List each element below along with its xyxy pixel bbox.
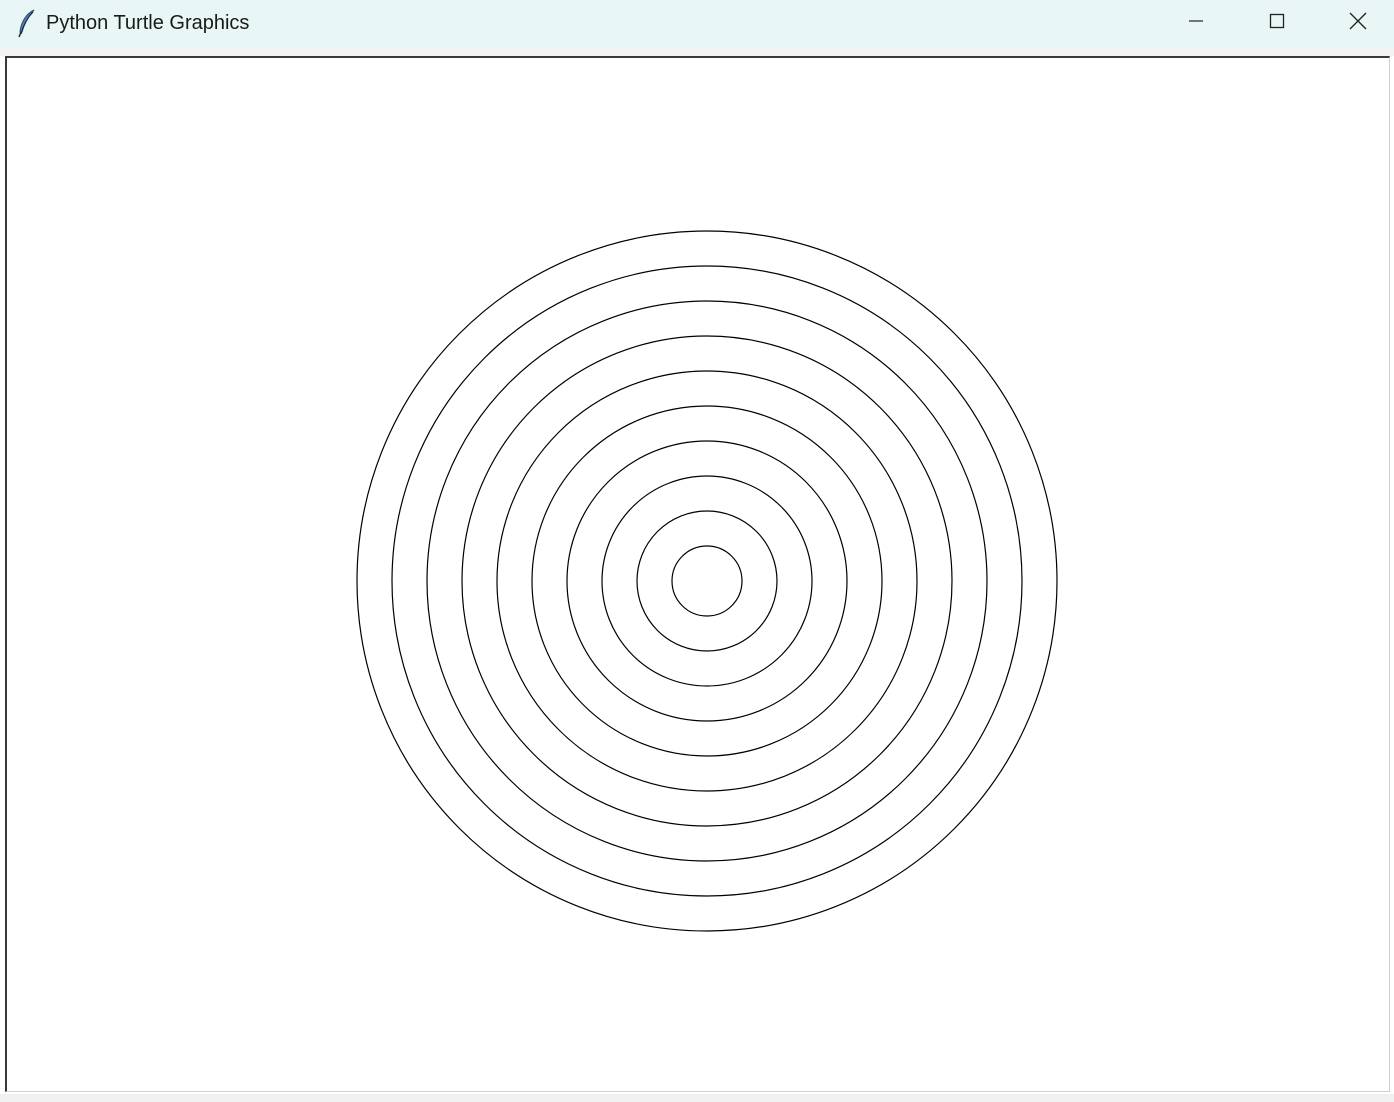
circle-ring <box>496 370 918 792</box>
circle-ring <box>671 545 743 617</box>
circle-ring <box>461 335 953 827</box>
turtle-drawing <box>356 230 1058 932</box>
window-title: Python Turtle Graphics <box>46 12 250 34</box>
circle-ring <box>601 475 813 687</box>
circle-ring <box>636 510 778 652</box>
close-button[interactable] <box>1318 0 1394 46</box>
turtle-canvas[interactable] <box>5 56 1390 1092</box>
tk-feather-icon <box>16 8 38 38</box>
titlebar-divider <box>0 48 1394 56</box>
minimize-icon <box>1188 13 1204 34</box>
circle-ring <box>426 300 988 862</box>
window-bottom-edge <box>0 1094 1394 1102</box>
title-bar[interactable]: Python Turtle Graphics <box>0 0 1394 48</box>
circle-ring <box>391 265 1023 897</box>
turtle-window: Python Turtle Graphics <box>0 0 1394 1102</box>
minimize-button[interactable] <box>1156 0 1236 46</box>
close-icon <box>1349 12 1367 35</box>
maximize-icon <box>1269 13 1285 34</box>
circle-ring <box>531 405 883 757</box>
circle-ring <box>566 440 848 722</box>
maximize-button[interactable] <box>1237 0 1317 46</box>
